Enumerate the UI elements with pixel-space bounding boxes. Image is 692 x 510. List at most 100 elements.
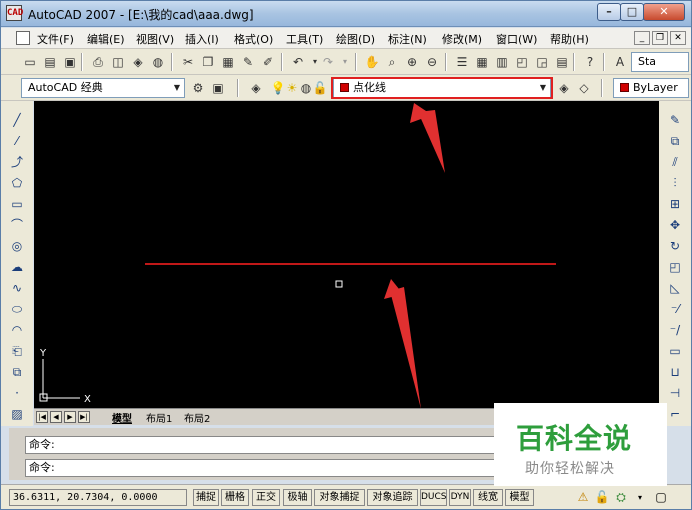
doc-restore-button[interactable]: ❐	[652, 31, 668, 45]
polygon-icon[interactable]: ⬠	[8, 174, 26, 192]
revision-cloud-icon[interactable]: ☁	[8, 258, 26, 276]
hatch-icon[interactable]: ▨	[8, 405, 26, 423]
last-tab-icon[interactable]: ▶|	[78, 411, 90, 423]
join-icon[interactable]: ⊔	[666, 363, 684, 381]
next-tab-icon[interactable]: ▶	[64, 411, 76, 423]
zoom-window-icon[interactable]: ⊕	[403, 53, 421, 71]
menu-window[interactable]: 窗口(W)	[496, 31, 537, 47]
ducs-toggle[interactable]: DUCS	[420, 489, 447, 506]
drawing-area[interactable]: Y X	[34, 101, 659, 409]
maximize-button[interactable]: □	[620, 3, 644, 21]
3d-dwf-icon[interactable]: ◍	[149, 53, 167, 71]
line-icon[interactable]: ╱	[8, 111, 26, 129]
ellipse-icon[interactable]: ⬭	[8, 300, 26, 318]
menu-dimension[interactable]: 标注(N)	[388, 31, 427, 47]
menu-format[interactable]: 格式(O)	[234, 31, 273, 47]
block-editor-icon[interactable]: ✐	[259, 53, 277, 71]
new-file-icon[interactable]: ▭	[21, 53, 39, 71]
make-block-icon[interactable]: ⧉	[8, 363, 26, 381]
prev-tab-icon[interactable]: ◀	[50, 411, 62, 423]
design-center-icon[interactable]: ▦	[473, 53, 491, 71]
print-icon[interactable]: ⎙	[89, 53, 107, 71]
minimize-button[interactable]: –	[597, 3, 621, 21]
circle-icon[interactable]: ◎	[8, 237, 26, 255]
menu-modify[interactable]: 修改(M)	[442, 31, 482, 47]
sheet-set-icon[interactable]: ◰	[513, 53, 531, 71]
zoom-realtime-icon[interactable]: ⌕	[383, 53, 401, 71]
trim-icon[interactable]: ⁻⁄	[666, 300, 684, 318]
help-icon[interactable]: ?	[581, 53, 599, 71]
properties-icon[interactable]: ☰	[453, 53, 471, 71]
ellipse-arc-icon[interactable]: ◠	[8, 321, 26, 339]
workspace-combo[interactable]: AutoCAD 经典 ▼	[21, 78, 185, 98]
color-control-combo[interactable]: ByLayer	[613, 78, 689, 98]
dyn-toggle[interactable]: DYN	[449, 489, 471, 506]
pan-icon[interactable]: ✋	[363, 53, 381, 71]
tray-settings-icon[interactable]: ⛭	[613, 489, 629, 506]
redo-icon[interactable]: ↷	[319, 53, 337, 71]
open-file-icon[interactable]: ▤	[41, 53, 59, 71]
save-icon[interactable]: ▣	[61, 53, 79, 71]
insert-block-icon[interactable]: ⎗	[8, 342, 26, 360]
publish-icon[interactable]: ◈	[129, 53, 147, 71]
rectangle-icon[interactable]: ▭	[8, 195, 26, 213]
doc-minimize-button[interactable]: _	[634, 31, 650, 45]
plot-preview-icon[interactable]: ◫	[109, 53, 127, 71]
snap-toggle[interactable]: 捕捉	[193, 489, 219, 506]
markup-set-icon[interactable]: ◲	[533, 53, 551, 71]
match-properties-icon[interactable]: ✎	[239, 53, 257, 71]
copy-icon[interactable]: ❐	[199, 53, 217, 71]
menu-draw[interactable]: 绘图(D)	[336, 31, 375, 47]
status-menu-icon[interactable]: ▾	[632, 489, 648, 506]
text-style-combo[interactable]: Sta	[631, 52, 689, 72]
osnap-toggle[interactable]: 对象捕捉	[314, 489, 365, 506]
menu-tools[interactable]: 工具(T)	[286, 31, 323, 47]
menu-edit[interactable]: 编辑(E)	[87, 31, 125, 47]
array-icon[interactable]: ⊞	[666, 195, 684, 213]
save-workspace-icon[interactable]: ▣	[209, 79, 227, 97]
paste-icon[interactable]: ▦	[219, 53, 237, 71]
ortho-toggle[interactable]: 正交	[252, 489, 280, 506]
undo-icon[interactable]: ↶	[289, 53, 307, 71]
zoom-previous-icon[interactable]: ⊖	[423, 53, 441, 71]
mirror-icon[interactable]: ⫽	[666, 153, 684, 171]
move-icon[interactable]: ✥	[666, 216, 684, 234]
layer-lock-icon[interactable]: 🔓	[311, 79, 329, 97]
clean-screen-icon[interactable]: ▢	[653, 489, 669, 506]
erase-icon[interactable]: ✎	[666, 111, 684, 129]
rotate-icon[interactable]: ↻	[666, 237, 684, 255]
menu-insert[interactable]: 插入(I)	[185, 31, 219, 47]
coordinates-display[interactable]: 36.6311, 20.7304, 0.0000	[9, 489, 187, 506]
communication-center-icon[interactable]: ⚠	[575, 489, 591, 506]
tool-palettes-icon[interactable]: ▥	[493, 53, 511, 71]
stretch-icon[interactable]: ◺	[666, 279, 684, 297]
quickcalc-icon[interactable]: ▤	[553, 53, 571, 71]
close-button[interactable]: ✕	[643, 3, 685, 21]
scale-icon[interactable]: ◰	[666, 258, 684, 276]
make-current-layer-icon[interactable]: ◈	[555, 79, 573, 97]
redo-dropdown-icon[interactable]: ▾	[336, 53, 354, 71]
menu-help[interactable]: 帮助(H)	[550, 31, 589, 47]
copy-object-icon[interactable]: ⧉	[666, 132, 684, 150]
offset-icon[interactable]: ⫶	[666, 174, 684, 192]
cut-icon[interactable]: ✂	[179, 53, 197, 71]
tab-layout2[interactable]: 布局2	[184, 410, 210, 425]
tab-layout1[interactable]: 布局1	[146, 410, 172, 425]
chamfer-icon[interactable]: ⊣	[666, 384, 684, 402]
workspace-settings-icon[interactable]: ⚙	[189, 79, 207, 97]
menu-view[interactable]: 视图(V)	[136, 31, 174, 47]
grid-toggle[interactable]: 栅格	[221, 489, 249, 506]
layer-manager-icon[interactable]: ◈	[247, 79, 265, 97]
spline-icon[interactable]: ∿	[8, 279, 26, 297]
break-icon[interactable]: ▭	[666, 342, 684, 360]
construction-line-icon[interactable]: ⁄	[8, 132, 26, 150]
menu-file[interactable]: 文件(F)	[37, 31, 74, 47]
tab-model[interactable]: 模型	[112, 410, 132, 425]
layer-previous-icon[interactable]: ◇	[575, 79, 593, 97]
document-icon[interactable]	[16, 31, 30, 45]
fillet-icon[interactable]: ⌐	[666, 405, 684, 423]
point-icon[interactable]: ·	[8, 384, 26, 402]
doc-close-button[interactable]: ✕	[670, 31, 686, 45]
extend-icon[interactable]: ⁻/	[666, 321, 684, 339]
lineweight-toggle[interactable]: 线宽	[473, 489, 503, 506]
